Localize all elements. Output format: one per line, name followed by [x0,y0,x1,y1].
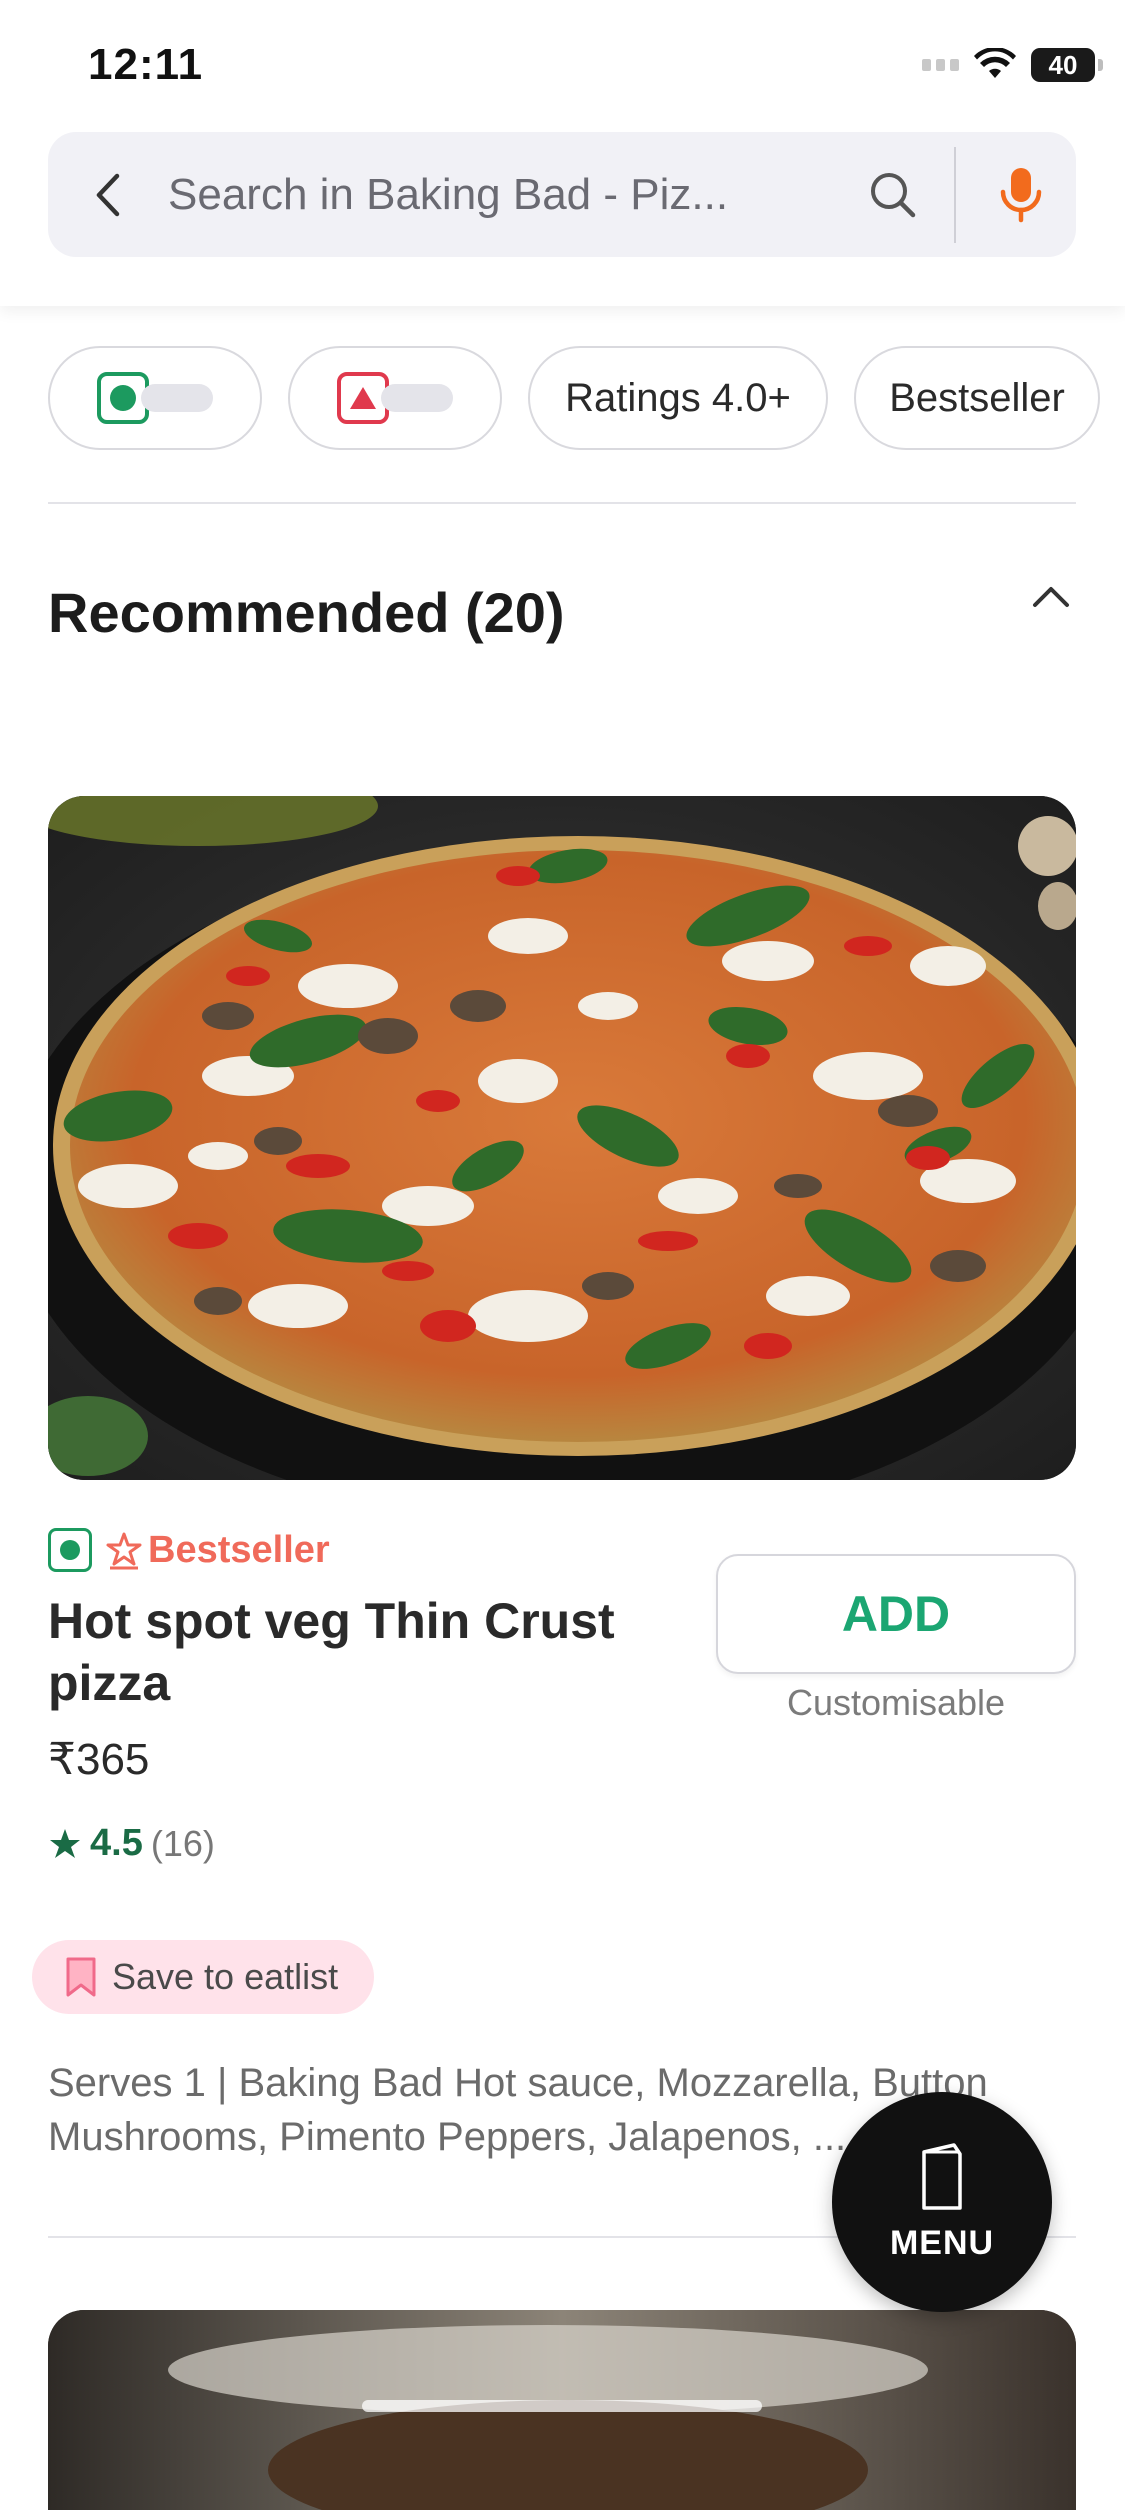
dish-rating: 4.5 (16) [48,1822,215,1865]
nonveg-toggle-icon [337,372,453,424]
veg-icon [48,1528,92,1572]
search-bar[interactable]: Search in Baking Bad - Piz... [48,132,1076,257]
bestseller-star-icon [106,1532,142,1570]
dish-tags: Bestseller [48,1528,330,1572]
pizza-image [48,796,1076,1480]
section-title: Recommended (20) [48,581,565,644]
bestseller-badge: Bestseller [104,1529,330,1572]
bestseller-filter-chip[interactable]: Bestseller [854,346,1100,450]
veg-toggle-icon [97,372,213,424]
filter-chips: Ratings 4.0+ Bestseller [48,346,1100,450]
wifi-icon [974,48,1016,78]
battery-level: 40 [1048,49,1078,80]
menu-book-icon [922,2142,962,2210]
search-input[interactable]: Search in Baking Bad - Piz... [168,170,848,220]
back-button[interactable] [48,132,168,257]
bookmark-icon [66,1957,96,1997]
collapse-section-button[interactable] [1032,584,1070,613]
ratings-filter-chip[interactable]: Ratings 4.0+ [528,346,828,450]
menu-button[interactable]: MENU [832,2092,1052,2312]
save-to-eatlist-button[interactable]: Save to eatlist [32,1940,375,2014]
battery-icon: 40 [1031,48,1103,82]
microphone-icon [1000,167,1042,222]
dish-price: ₹365 [48,1735,150,1784]
search-divider [954,146,956,243]
divider [48,502,1076,504]
menu-label: MENU [889,2223,995,2262]
search-icon [871,172,916,217]
dish-image[interactable] [48,796,1076,1480]
nonveg-filter-chip[interactable] [288,346,502,450]
veg-filter-chip[interactable] [48,346,262,450]
dish-name: Hot spot veg Thin Crust pizza [48,1593,615,1711]
star-icon [50,1828,80,1858]
add-button[interactable]: ADD [716,1554,1076,1674]
voice-search-button[interactable] [966,132,1076,257]
cellular-signal-icon [922,59,959,71]
status-time: 12:11 [88,40,204,89]
rating-value: 4.5 [90,1822,143,1864]
rating-count: (16) [150,1822,215,1864]
status-icons: 40 [922,48,1103,82]
save-to-eatlist-label: Save to eatlist [112,1956,339,1997]
bestseller-label: Bestseller [148,1528,330,1571]
customisable-label: Customisable [786,1682,1006,1723]
home-indicator[interactable] [362,2400,762,2412]
chevron-up-icon [1033,587,1069,607]
chevron-left-icon [96,173,120,216]
search-button[interactable] [848,132,938,257]
